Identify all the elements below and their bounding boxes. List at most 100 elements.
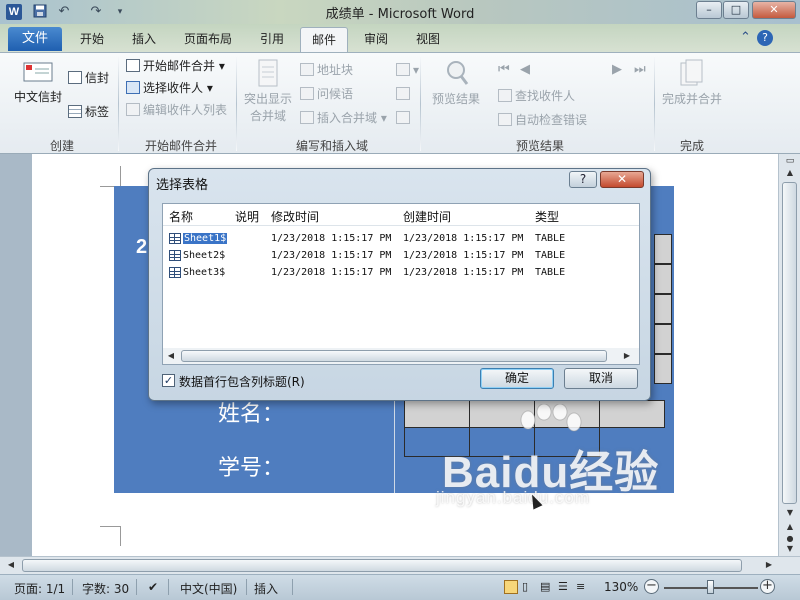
collapse-ribbon-icon[interactable]: ⌃ [740,30,751,45]
address-block-label: 地址块 [317,63,354,77]
find-recipient-icon [498,89,512,102]
update-labels-button[interactable] [396,109,413,127]
column-header-type[interactable]: 类型 [535,208,559,225]
group-separator [654,57,655,151]
column-header-modified[interactable]: 修改时间 [271,208,319,225]
rules-button[interactable]: ▾ [396,61,419,79]
first-row-headers-label[interactable]: 数据首行包含列标题(R) [179,373,305,390]
table-cell [654,294,672,324]
edit-recipient-list-button[interactable]: 编辑收件人列表 [126,101,227,119]
table-cell [654,354,672,384]
browse-object-icon[interactable]: ● [783,534,797,543]
greeting-line-button[interactable]: 问候语 [300,85,353,103]
list-scroll-thumb[interactable] [181,350,607,362]
crop-mark [120,166,121,186]
scroll-down-icon[interactable]: ▼ [783,508,797,517]
row-modified: 1/23/2018 1:15:17 PM [271,267,392,278]
list-header: 名称 说明 修改时间 创建时间 类型 [163,204,639,226]
horizontal-scroll-thumb[interactable] [22,559,742,572]
scroll-right-icon[interactable]: ▶ [764,560,774,569]
print-layout-icon[interactable] [504,580,518,594]
tab-view[interactable]: 视图 [408,29,448,51]
zoom-in-button[interactable]: + [760,579,775,594]
scroll-up-icon[interactable]: ▲ [783,168,797,177]
list-horizontal-scrollbar[interactable]: ◀ ▶ [163,348,639,364]
group-create-label: 创建 [49,139,74,153]
column-header-name[interactable]: 名称 [169,208,193,225]
insert-mode[interactable]: 插入 [254,580,278,597]
vertical-scroll-thumb[interactable] [782,182,797,504]
tab-file[interactable]: 文件 [8,27,62,51]
labels-button[interactable]: 标签 [68,103,109,121]
envelopes-button[interactable]: 信封 [68,69,109,87]
list-scroll-right-icon[interactable]: ▶ [623,351,631,360]
preview-results-button[interactable]: 预览结果 [428,59,484,107]
zoom-out-button[interactable]: − [644,579,659,594]
first-row-headers-checkbox[interactable]: ✓ [162,374,175,387]
table-row[interactable]: Sheet2$ 1/23/2018 1:15:17 PM 1/23/2018 1… [163,248,639,264]
start-mail-merge-button[interactable]: 开始邮件合并 ▾ [126,57,225,75]
word-count[interactable]: 字数: 30 [82,580,129,597]
row-modified: 1/23/2018 1:15:17 PM [271,250,392,261]
row-name: Sheet2$ [183,250,226,261]
horizontal-scrollbar[interactable]: ◀ ▶ [0,556,800,574]
list-scroll-left-icon[interactable]: ◀ [167,351,175,360]
cancel-button[interactable]: 取消 [564,368,638,389]
table-row[interactable]: Sheet3$ 1/23/2018 1:15:17 PM 1/23/2018 1… [163,265,639,281]
address-block-button[interactable]: 地址块 [300,61,353,79]
page-count[interactable]: 页面: 1/1 [14,580,65,597]
group-separator [420,57,421,151]
previous-record-icon[interactable]: ◀ [520,61,530,79]
find-recipient-button[interactable]: 查找收件人 [498,87,575,105]
web-layout-icon[interactable]: ▤ [540,580,550,593]
table-row[interactable]: Sheet1$ 1/23/2018 1:15:17 PM 1/23/2018 1… [163,231,639,247]
title-bar: W ↶ ↷ ▾ 成绩单 - Microsoft Word – □ ✕ [0,0,800,24]
highlight-merge-fields-button[interactable]: 突出显示 合并域 [240,59,296,124]
last-record-icon[interactable]: ⏭ [634,61,646,79]
column-header-created[interactable]: 创建时间 [403,208,451,225]
select-recipients-button[interactable]: 选择收件人 ▾ [126,79,213,97]
finish-merge-button[interactable]: 完成并合并 [660,59,724,107]
previous-page-icon[interactable]: ▲ [783,522,797,531]
first-record-icon[interactable]: ⏮ [498,61,510,79]
highlight-label-2: 合并域 [249,109,286,123]
ruler-toggle-icon[interactable]: ▭ [783,156,797,166]
dialog-close-button[interactable]: ✕ [600,171,644,188]
full-screen-reading-icon[interactable]: ▯ [522,580,528,593]
dialog-help-button[interactable]: ? [569,171,597,188]
envelope-small-icon [68,71,82,84]
next-record-icon[interactable]: ▶ [612,61,622,79]
ok-button[interactable]: 确定 [480,368,554,389]
status-separator [72,579,73,595]
proofing-icon[interactable]: ✔ [148,580,158,594]
draft-icon[interactable]: ≡ [576,580,585,593]
column-header-description[interactable]: 说明 [235,208,259,225]
zoom-slider-thumb[interactable] [707,580,714,594]
next-page-icon[interactable]: ▼ [783,544,797,553]
close-button[interactable]: ✕ [752,1,796,19]
tab-insert[interactable]: 插入 [124,29,164,51]
table-cell [654,324,672,354]
row-name: Sheet3$ [183,267,226,278]
tab-mailings[interactable]: 邮件 [300,27,348,52]
greeting-label: 问候语 [317,87,354,101]
tab-review[interactable]: 审阅 [356,29,396,51]
scroll-left-icon[interactable]: ◀ [6,560,16,569]
match-fields-button[interactable] [396,85,413,103]
student-id-label: 学号： [218,456,285,481]
help-icon[interactable]: ? [757,30,773,46]
language-indicator[interactable]: 中文(中国) [180,580,237,597]
tab-references[interactable]: 引用 [252,29,292,51]
chinese-envelope-button[interactable]: 中文信封 [10,59,66,105]
vertical-scrollbar[interactable]: ▭ ▲ ▼ ▲ ● ▼ [778,154,800,556]
maximize-button[interactable]: □ [723,1,749,19]
tab-home[interactable]: 开始 [72,29,112,51]
insert-merge-field-button[interactable]: 插入合并域 ▾ [300,109,387,127]
tab-page-layout[interactable]: 页面布局 [178,29,238,51]
zoom-level[interactable]: 130% [604,580,638,594]
minimize-button[interactable]: – [696,1,722,19]
table-list[interactable]: 名称 说明 修改时间 创建时间 类型 Sheet1$ 1/23/2018 1:1… [162,203,640,365]
table-icon [169,250,181,261]
outline-icon[interactable]: ☰ [558,580,568,593]
auto-check-errors-button[interactable]: 自动检查错误 [498,111,587,129]
